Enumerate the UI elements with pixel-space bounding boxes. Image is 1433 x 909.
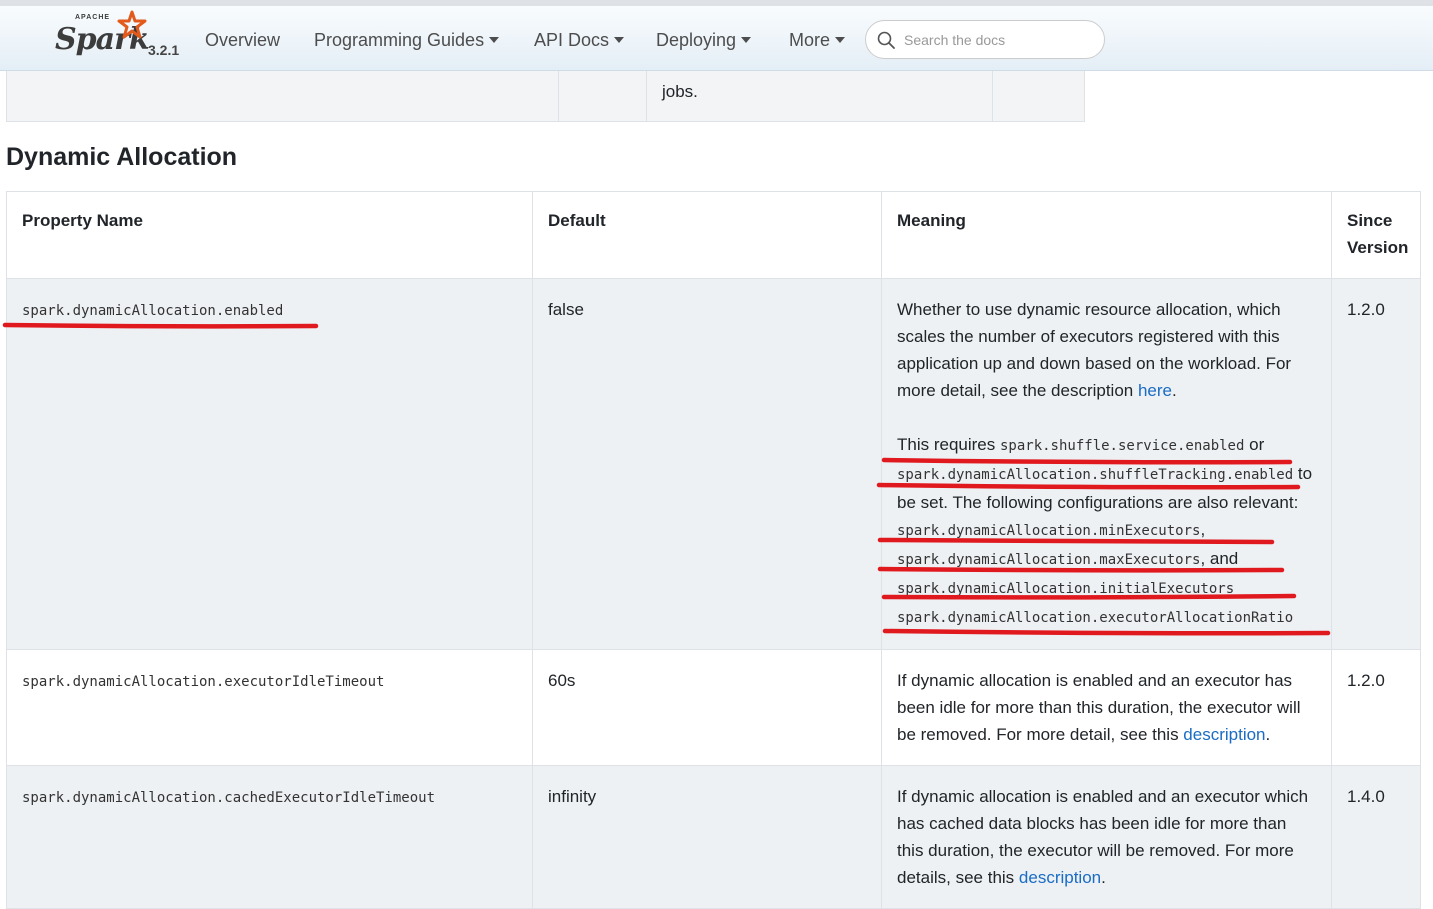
default-cell: 60s xyxy=(532,649,882,766)
meaning-text: , xyxy=(1200,520,1206,539)
section-title: Dynamic Allocation xyxy=(6,143,238,171)
caret-down-icon xyxy=(741,37,752,43)
header-meaning: Meaning xyxy=(881,191,1332,279)
nav-overview[interactable]: Overview xyxy=(205,30,280,51)
property-name: spark.dynamicAllocation.executorIdleTime… xyxy=(22,674,385,690)
meaning-text: . xyxy=(1172,381,1177,400)
header-since-version: Since Version xyxy=(1331,191,1421,279)
meaning-text: This requires xyxy=(897,435,1000,454)
logo-version: 3.2.1 xyxy=(148,42,180,58)
config-code: spark.shuffle.service.enabled xyxy=(999,438,1245,454)
meaning-paragraph: This requires spark.shuffle.service.enab… xyxy=(897,431,1316,632)
table-header-row: Property Name Default Meaning Since Vers… xyxy=(6,191,1421,279)
nav-deploying-label: Deploying xyxy=(656,30,737,50)
nav-more[interactable]: More xyxy=(789,30,846,51)
property-name: spark.dynamicAllocation.cachedExecutorId… xyxy=(22,790,436,806)
nav-programming-guides-label: Programming Guides xyxy=(314,30,485,50)
default-cell: false xyxy=(532,278,882,650)
meaning-text: or xyxy=(1244,435,1265,454)
table-row: spark.dynamicAllocation.enabled false Wh… xyxy=(6,278,1421,650)
default-cell: infinity xyxy=(532,765,882,909)
nav-programming-guides[interactable]: Programming Guides xyxy=(314,30,500,51)
meaning-cell: If dynamic allocation is enabled and an … xyxy=(881,649,1332,766)
meaning-text: Whether to use dynamic resource allocati… xyxy=(897,300,1292,400)
description-link[interactable]: description xyxy=(1183,725,1265,744)
table-row: spark.dynamicAllocation.executorIdleTime… xyxy=(6,649,1421,766)
caret-down-icon xyxy=(614,37,625,43)
dynamic-allocation-table: Property Name Default Meaning Since Vers… xyxy=(6,191,1421,909)
spark-star-icon xyxy=(117,10,147,39)
since-cell: 1.2.0 xyxy=(1331,278,1421,650)
prev-meaning-text: jobs. xyxy=(662,82,698,101)
header-default: Default xyxy=(532,191,882,279)
config-code: spark.dynamicAllocation.minExecutors xyxy=(897,523,1201,539)
meaning-text: . xyxy=(1101,868,1106,887)
top-navbar: APACHE Spark 3.2.1 Overview Programming … xyxy=(0,0,1433,71)
caret-down-icon xyxy=(489,37,500,43)
since-cell: 1.4.0 xyxy=(1331,765,1421,909)
config-code: spark.dynamicAllocation.shuffleTracking.… xyxy=(897,467,1294,483)
config-code: spark.dynamicAllocation.executorAllocati… xyxy=(897,610,1294,626)
config-code: spark.dynamicAllocation.initialExecutors xyxy=(897,581,1235,597)
meaning-cell: If dynamic allocation is enabled and an … xyxy=(881,765,1332,909)
description-link[interactable]: description xyxy=(1019,868,1101,887)
spark-logo[interactable]: APACHE Spark 3.2.1 xyxy=(55,10,190,68)
since-cell: 1.2.0 xyxy=(1331,649,1421,766)
property-cell: spark.dynamicAllocation.enabled xyxy=(6,278,533,650)
logo-apache-text: APACHE xyxy=(75,14,111,21)
header-property-name: Property Name xyxy=(6,191,533,279)
meaning-paragraph: Whether to use dynamic resource allocati… xyxy=(897,296,1316,404)
search-input[interactable] xyxy=(902,29,1092,51)
property-cell: spark.dynamicAllocation.executorIdleTime… xyxy=(6,649,533,766)
config-code: spark.dynamicAllocation.maxExecutors xyxy=(897,552,1201,568)
caret-down-icon xyxy=(835,37,846,43)
meaning-cell: Whether to use dynamic resource allocati… xyxy=(881,278,1332,650)
search-icon xyxy=(877,31,895,49)
meaning-text: . xyxy=(1265,725,1271,744)
here-link[interactable]: here xyxy=(1138,381,1172,400)
nav-api-docs[interactable]: API Docs xyxy=(534,30,625,51)
nav-more-label: More xyxy=(789,30,831,50)
property-name: spark.dynamicAllocation.enabled xyxy=(22,303,284,319)
table-row: spark.dynamicAllocation.cachedExecutorId… xyxy=(6,765,1421,909)
property-cell: spark.dynamicAllocation.cachedExecutorId… xyxy=(6,765,533,909)
nav-api-docs-label: API Docs xyxy=(534,30,610,50)
nav-deploying[interactable]: Deploying xyxy=(656,30,752,51)
search-box[interactable] xyxy=(865,20,1105,59)
meaning-text: , and xyxy=(1200,549,1239,568)
